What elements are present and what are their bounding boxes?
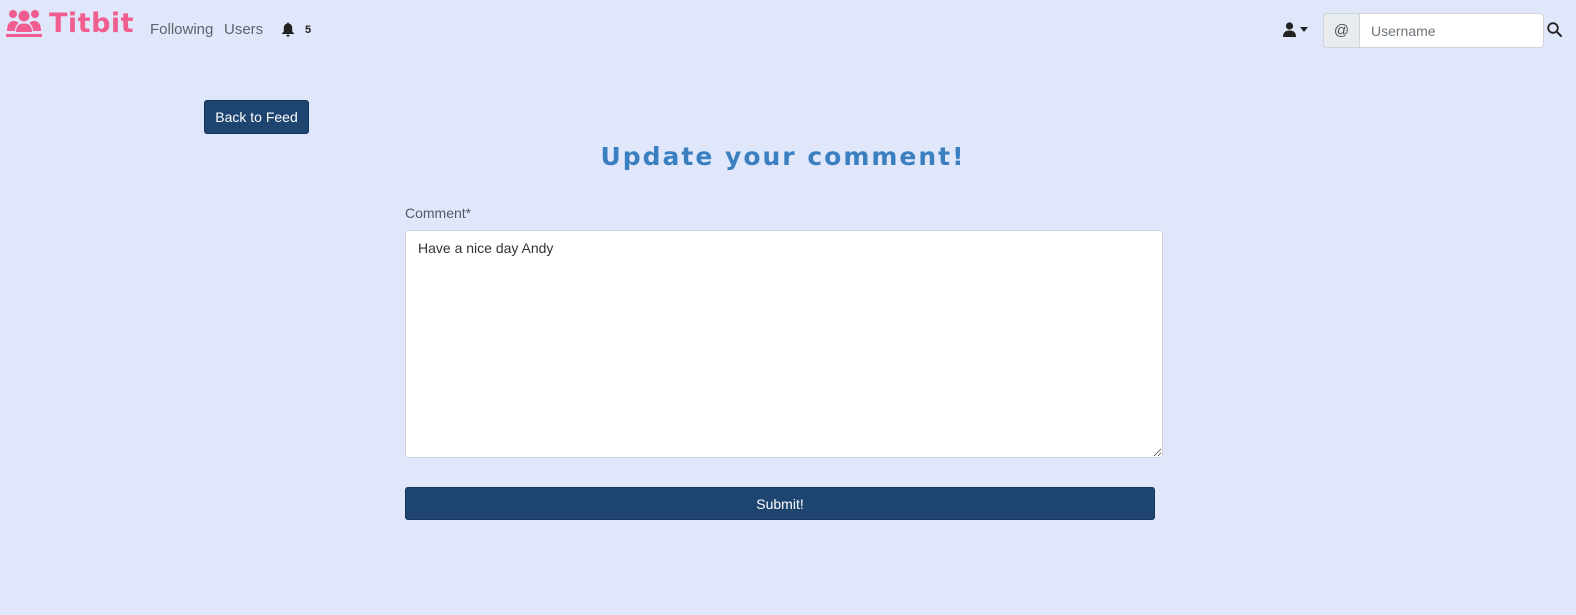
- search-button[interactable]: [1547, 22, 1563, 38]
- username-search-input[interactable]: [1359, 13, 1544, 48]
- user-search-group: @: [1323, 13, 1544, 48]
- chevron-down-icon: [1300, 27, 1308, 32]
- brand-logo[interactable]: Titbit: [6, 6, 134, 40]
- user-menu-dropdown[interactable]: [1283, 22, 1308, 37]
- back-to-feed-button[interactable]: Back to Feed: [204, 100, 309, 134]
- at-prefix: @: [1323, 13, 1359, 48]
- user-icon: [1283, 22, 1296, 37]
- page-title: Update your comment!: [600, 142, 966, 171]
- nav-users-link[interactable]: Users: [224, 21, 263, 38]
- notification-count: 5: [305, 23, 312, 36]
- search-icon: [1547, 22, 1562, 37]
- comment-textarea[interactable]: Have a nice day Andy: [405, 230, 1163, 458]
- bell-icon: [282, 22, 294, 37]
- brand-name: Titbit: [49, 7, 135, 39]
- submit-button[interactable]: Submit!: [405, 487, 1155, 520]
- notifications-link[interactable]: 5: [281, 22, 311, 37]
- users-icon: [6, 10, 42, 37]
- nav-following-link[interactable]: Following: [150, 21, 213, 38]
- comment-label: Comment*: [405, 205, 472, 221]
- navbar: Titbit Following Users 5 @: [0, 0, 1576, 60]
